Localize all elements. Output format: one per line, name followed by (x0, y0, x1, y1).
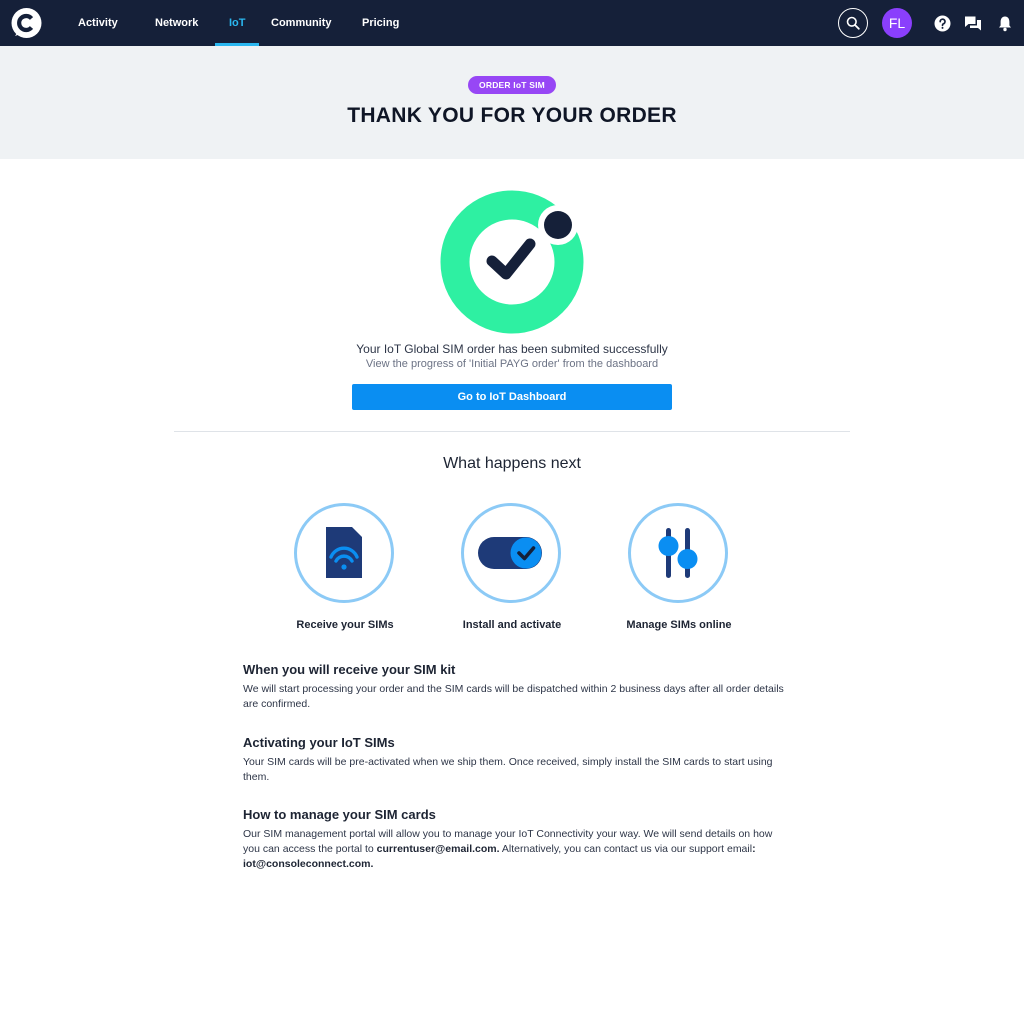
info-body-receive-kit: We will start processing your order and … (243, 683, 784, 710)
console-connect-logo[interactable] (10, 7, 43, 40)
section-divider (174, 431, 850, 432)
notifications-button[interactable] (996, 14, 1014, 32)
nav-link-iot[interactable]: IoT (229, 0, 246, 46)
step-label-install: Install and activate (462, 619, 562, 631)
go-to-iot-dashboard-button[interactable]: Go to IoT Dashboard (352, 384, 672, 410)
page-title: THANK YOU FOR YOUR ORDER (347, 104, 677, 127)
logo-icon (11, 8, 42, 38)
chat-icon (965, 16, 981, 30)
help-icon (934, 15, 950, 31)
chat-button[interactable] (964, 14, 982, 32)
sim-card-icon (326, 527, 362, 578)
step-label-manage: Manage SIMs online (626, 619, 732, 631)
step-install-activate (461, 503, 561, 603)
sliders-icon (658, 528, 698, 578)
info-text: Alternatively, you can contact us via ou… (499, 843, 753, 855)
what-happens-next-title: What happens next (443, 455, 581, 472)
help-button[interactable] (933, 14, 951, 32)
bell-icon (999, 16, 1011, 31)
step-label-receive: Receive your SIMs (296, 619, 394, 631)
info-heading-activating: Activating your IoT SIMs (243, 735, 395, 750)
success-message: Your IoT Global SIM order has been submi… (356, 342, 668, 356)
nav-link-community[interactable]: Community (271, 0, 332, 46)
nav-link-pricing[interactable]: Pricing (362, 0, 399, 46)
search-button[interactable] (838, 8, 868, 38)
success-sub-message: View the progress of 'Initial PAYG order… (365, 358, 659, 370)
top-nav-bar: Activity Network IoT Community Pricing F… (0, 0, 1024, 46)
colon: : (752, 843, 756, 855)
success-illustration (440, 188, 588, 334)
nav-link-network[interactable]: Network (155, 0, 198, 46)
info-heading-manage-cards: How to manage your SIM cards (243, 807, 436, 822)
info-body-manage-cards: Our SIM management portal will allow you… (243, 827, 788, 872)
step-manage-online (628, 503, 728, 603)
success-check-icon (440, 190, 584, 334)
user-email: currentuser@email.com. (376, 843, 500, 855)
search-icon (846, 16, 860, 30)
support-email-link[interactable]: iot@consoleconnect.com. (243, 858, 373, 870)
info-heading-receive-kit: When you will receive your SIM kit (243, 662, 456, 677)
user-avatar[interactable]: FL (882, 8, 912, 38)
toggle-icon (478, 537, 542, 569)
nav-link-activity[interactable]: Activity (78, 0, 118, 46)
order-badge: ORDER IoT SIM (468, 76, 556, 94)
info-body-activating: Your SIM cards will be pre-activated whe… (243, 756, 773, 783)
page-header (0, 46, 1024, 159)
step-receive-sims (294, 503, 394, 603)
